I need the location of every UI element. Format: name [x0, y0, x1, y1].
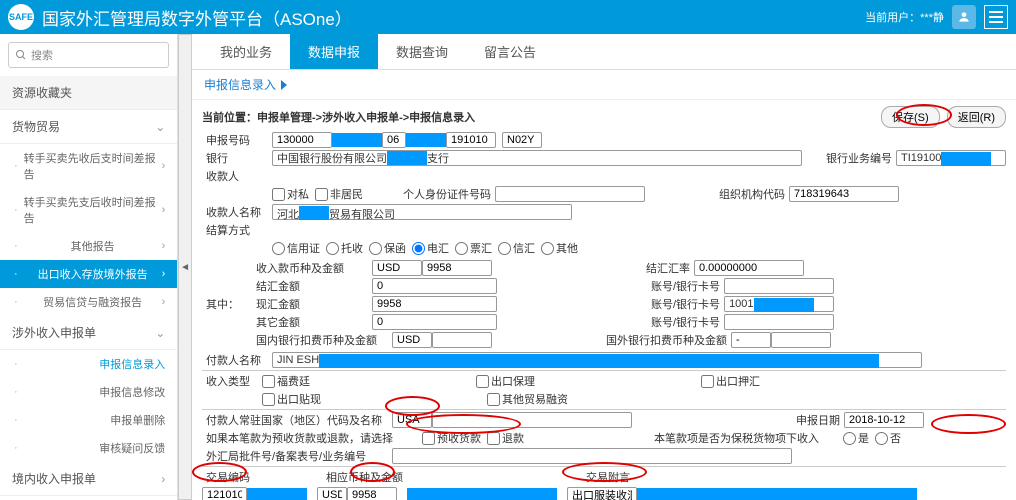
radio-collect[interactable]: 托收	[326, 240, 363, 256]
report-no-label: 申报号码	[202, 132, 272, 148]
radio-yes[interactable]: 是	[843, 430, 869, 446]
txn-code-field[interactable]	[202, 487, 247, 500]
for-fee-ccy[interactable]	[731, 332, 771, 348]
ccy-field[interactable]	[372, 260, 422, 276]
radio-credit[interactable]: 信用证	[272, 240, 320, 256]
user-icon[interactable]	[952, 5, 976, 29]
country-code-field[interactable]	[392, 412, 432, 428]
payer-name-field[interactable]: JIN ESH	[272, 352, 922, 368]
acct3-field[interactable]	[724, 314, 834, 330]
nav-item-3[interactable]: 其他报告›	[0, 232, 177, 260]
tab-data-query[interactable]: 数据查询	[378, 34, 466, 69]
income-type-label: 收入类型	[202, 373, 262, 389]
nav-item-export-income[interactable]: 出口收入存放境外报告›	[0, 260, 177, 288]
check-discount[interactable]: 出口贴现	[262, 391, 321, 407]
tab-message[interactable]: 留言公告	[466, 34, 554, 69]
biz-no-field[interactable]: TI19100	[896, 150, 1006, 166]
dom-fee-amt[interactable]	[432, 332, 492, 348]
radio-other[interactable]: 其他	[541, 240, 578, 256]
nav-goods-trade[interactable]: 货物贸易⌄	[0, 110, 177, 144]
search-icon	[15, 49, 27, 61]
report-no-1[interactable]	[272, 132, 332, 148]
id-field[interactable]	[495, 186, 645, 202]
dom-fee-ccy[interactable]	[392, 332, 432, 348]
nav-foreign-income[interactable]: 涉外收入申报单⌄	[0, 316, 177, 350]
radio-guarantee[interactable]: 保函	[369, 240, 406, 256]
approval-field[interactable]	[392, 448, 792, 464]
txn-amt-field[interactable]	[347, 487, 397, 500]
settle-method-label: 结算方式	[202, 222, 272, 238]
payee-ccy-side: 其中：	[202, 296, 252, 312]
biz-no-label: 银行业务编号	[822, 150, 896, 166]
current-user-label: 当前用户：***静	[865, 9, 944, 25]
breadcrumb: 当前位置：申报单管理->涉外收入申报单->申报信息录入	[202, 109, 475, 125]
check-other-trade[interactable]: 其他贸易融资	[487, 391, 568, 407]
txn-attach-field[interactable]	[567, 487, 637, 500]
nav-sub-modify[interactable]: 申报信息修改	[0, 378, 177, 406]
payee-label: 收款人	[202, 168, 272, 184]
nav-domestic-income[interactable]: 境内收入申报单›	[0, 462, 177, 496]
payer-name-label: 付款人名称	[202, 352, 272, 368]
cash-amt-field[interactable]	[372, 296, 497, 312]
nav-favorites[interactable]: 资源收藏夹	[0, 76, 177, 110]
chevron-down-icon: ⌄	[155, 120, 165, 134]
radio-tele[interactable]: 电汇	[412, 240, 449, 256]
amt-field[interactable]	[422, 260, 492, 276]
back-button[interactable]: 返回(R)	[947, 106, 1006, 128]
report-no-2[interactable]	[382, 132, 406, 148]
report-no-3[interactable]	[446, 132, 496, 148]
app-title: 国家外汇管理局数字外管平台（ASOne）	[42, 5, 865, 30]
menu-icon[interactable]	[984, 5, 1008, 29]
save-button[interactable]: 保存(S)	[881, 106, 940, 128]
tab-data-report[interactable]: 数据申报	[290, 34, 378, 69]
sidebar: 搜索 资源收藏夹 货物贸易⌄ 转手买卖先收后支时间差报告› 转手买卖先支后收时间…	[0, 34, 178, 500]
report-no-4[interactable]	[502, 132, 542, 148]
bank-field[interactable]: 中国银行股份有限公司支行	[272, 150, 802, 166]
country-label: 付款人常驻国家（地区）代码及名称	[202, 412, 392, 428]
bank-label: 银行	[202, 150, 272, 166]
other-amt-field[interactable]	[372, 314, 497, 330]
nav-sub-review[interactable]: 审核疑问反馈	[0, 434, 177, 462]
sidebar-collapse-handle[interactable]: ◄	[178, 34, 192, 500]
check-factor[interactable]: 出口保理	[476, 373, 535, 389]
radio-no[interactable]: 否	[875, 430, 901, 446]
nav-trade-credit[interactable]: 贸易信贷调查›	[0, 496, 177, 500]
approval-label: 外汇局批件号/备案表号/业务编号	[202, 448, 392, 464]
nav-item-1[interactable]: 转手买卖先收后支时间差报告›	[0, 144, 177, 188]
settle-amt-field[interactable]	[372, 278, 497, 294]
org-code-label: 组织机构代码	[715, 186, 789, 202]
check-pledge[interactable]: 出口押汇	[701, 373, 760, 389]
nav-item-5[interactable]: 贸易信贷与融资报告›	[0, 288, 177, 316]
radio-bill[interactable]: 票汇	[455, 240, 492, 256]
nav-sub-entry[interactable]: 申报信息录入	[0, 350, 177, 378]
radio-letter[interactable]: 信汇	[498, 240, 535, 256]
check-refund[interactable]: 退款	[487, 430, 524, 446]
for-fee-amt[interactable]	[771, 332, 831, 348]
payee-name-field[interactable]: 河北贸易有限公司	[272, 204, 572, 220]
nav-sub-delete[interactable]: 申报单删除	[0, 406, 177, 434]
tab-my-biz[interactable]: 我的业务	[202, 34, 290, 69]
org-code-field[interactable]	[789, 186, 899, 202]
txn-code-label: 交易编码	[202, 469, 262, 485]
prepay-label: 如果本笔款为预收货款或退款，请选择	[202, 430, 392, 446]
nav-item-2[interactable]: 转手买卖先支后收时间差报告›	[0, 188, 177, 232]
txn-ccy-field[interactable]	[317, 487, 347, 500]
check-nonresident[interactable]: 非居民	[315, 186, 363, 202]
payee-name-label: 收款人名称	[202, 204, 272, 220]
acct2-field[interactable]: 1001	[724, 296, 834, 312]
check-prepay[interactable]: 预收货款	[422, 430, 481, 446]
country-name-field[interactable]	[432, 412, 632, 428]
acct1-field[interactable]	[724, 278, 834, 294]
check-ff[interactable]: 福费廷	[262, 373, 310, 389]
tabs: 我的业务 数据申报 数据查询 留言公告	[192, 34, 1016, 70]
page-title: 申报信息录入	[192, 70, 1016, 100]
search-input[interactable]: 搜索	[8, 42, 169, 68]
safe-logo: SAFE	[8, 4, 34, 30]
report-date-field[interactable]	[844, 412, 924, 428]
check-private[interactable]: 对私	[272, 186, 309, 202]
id-label: 个人身份证件号码	[399, 186, 495, 202]
exrate-field[interactable]	[694, 260, 804, 276]
